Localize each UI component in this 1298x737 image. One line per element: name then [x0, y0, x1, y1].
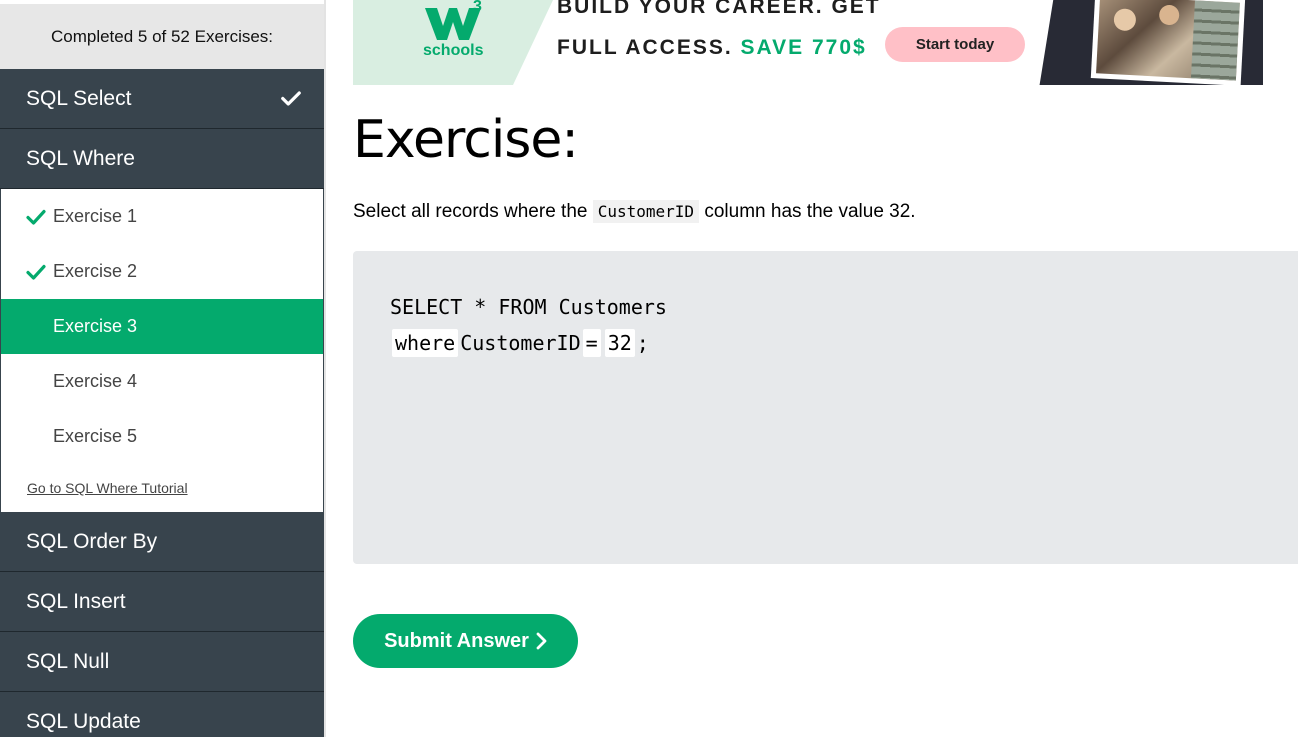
topic-sql-select[interactable]: SQL Select — [0, 69, 324, 129]
code-text: CustomerID — [460, 331, 581, 355]
topic-label: SQL Order By — [26, 529, 158, 553]
code-line-1: SELECT * FROM Customers — [390, 295, 667, 319]
exercise-item-2[interactable]: Exercise 2 — [1, 244, 323, 299]
banner-headline-2: FULL ACCESS. SAVE 770$ — [557, 36, 867, 60]
progress-text: Completed 5 of 52 Exercises: — [0, 0, 324, 69]
exercise-label: Exercise 2 — [53, 261, 138, 281]
exercise-title: Exercise: — [353, 110, 579, 170]
code-text: ; — [636, 331, 649, 355]
topic-sql-null[interactable]: SQL Null — [0, 632, 324, 692]
topic-sql-update[interactable]: SQL Update — [0, 692, 324, 737]
instruction-prefix: Select all records where the — [353, 201, 588, 222]
code-line-2: where CustomerID = 32; — [390, 329, 649, 357]
start-today-button[interactable]: Start today — [885, 27, 1025, 62]
checkmark-icon — [281, 91, 301, 106]
topic-label: SQL Where — [26, 146, 135, 170]
chevron-right-icon — [536, 632, 547, 650]
topic-sql-insert[interactable]: SQL Insert — [0, 572, 324, 632]
topic-label: SQL Update — [26, 709, 141, 733]
exercise-item-4[interactable]: Exercise 4 — [1, 354, 323, 409]
logo-superscript: 3 — [473, 0, 482, 15]
topic-label: SQL Select — [26, 86, 132, 110]
submit-label: Submit Answer — [384, 629, 529, 652]
instruction-code: CustomerID — [592, 200, 700, 223]
exercise-item-3[interactable]: Exercise 3 — [1, 299, 323, 354]
exercise-instruction: Select all records where the CustomerID … — [353, 200, 916, 223]
exercise-label: Exercise 1 — [53, 206, 138, 226]
checkmark-icon — [26, 209, 46, 225]
submit-answer-button[interactable]: Submit Answer — [353, 614, 578, 668]
logo-text: schools — [423, 42, 484, 59]
code-editor: SELECT * FROM Customers where CustomerID =… — [353, 251, 1298, 564]
instruction-suffix: column has the value 32. — [704, 201, 916, 222]
exercise-sidebar: Completed 5 of 52 Exercises: SQL Select … — [0, 0, 326, 737]
exercise-item-5[interactable]: Exercise 5 — [1, 409, 323, 464]
banner-headline-prefix: FULL ACCESS. — [557, 36, 733, 59]
exercise-label: Exercise 3 — [53, 316, 138, 336]
banner-save-text: SAVE 770$ — [740, 36, 867, 59]
exercise-label: Exercise 4 — [53, 371, 138, 391]
answer-input-3[interactable]: 32 — [604, 329, 635, 357]
exercise-label: Exercise 5 — [53, 426, 138, 446]
exercise-item-1[interactable]: Exercise 1 — [1, 189, 323, 244]
answer-input-1[interactable]: where — [392, 329, 459, 357]
tutorial-link[interactable]: Go to SQL Where Tutorial — [1, 464, 323, 512]
answer-input-2[interactable]: = — [582, 329, 601, 357]
topic-sql-order-by[interactable]: SQL Order By — [0, 512, 324, 572]
topic-label: SQL Null — [26, 649, 110, 673]
banner-photo — [1090, 0, 1246, 85]
topic-sql-where[interactable]: SQL Where — [0, 129, 324, 189]
topic-label: SQL Insert — [26, 589, 126, 613]
exercise-list: Exercise 1 Exercise 2 Exercise 3 Exercis… — [0, 189, 324, 512]
promo-banner[interactable]: 3 schools BUILD YOUR CAREER. GET FULL AC… — [353, 0, 1263, 85]
checkmark-icon — [26, 264, 46, 280]
banner-headline-1: BUILD YOUR CAREER. GET — [557, 0, 881, 18]
